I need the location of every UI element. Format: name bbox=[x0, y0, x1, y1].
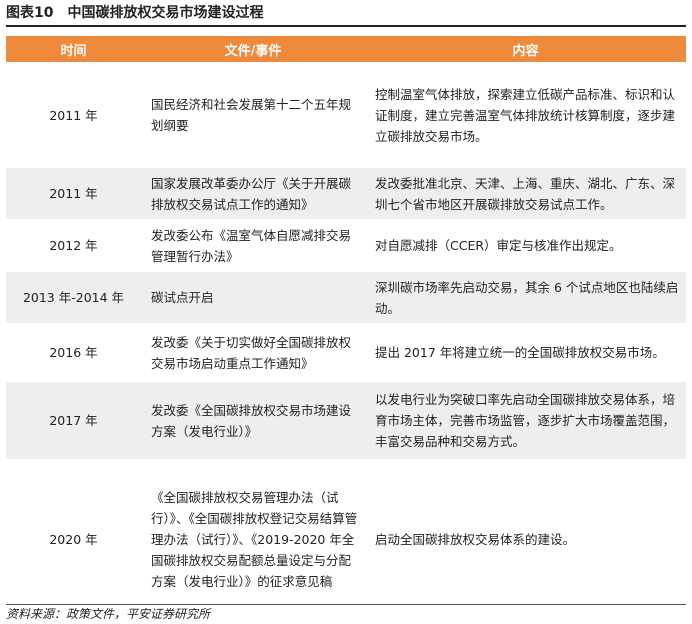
figure-title: 图表10 中国碳排放权交易市场建设过程 bbox=[6, 2, 686, 24]
cell-document: 发改委《全国碳排放权交易市场建设方案（发电行业）》 bbox=[141, 381, 365, 460]
cell-content: 提出 2017 年将建立统一的全国碳排放权交易市场。 bbox=[365, 323, 686, 382]
figure-number: 图表10 bbox=[6, 5, 54, 21]
cell-content: 启动全国碳排放权交易体系的建设。 bbox=[365, 459, 686, 620]
table-row: 2017 年 发改委《全国碳排放权交易市场建设方案（发电行业）》 以发电行业为突… bbox=[6, 381, 686, 460]
table-row: 2016 年 发改委《关于切实做好全国碳排放权交易市场启动重点工作通知》 提出 … bbox=[6, 323, 686, 382]
cell-time: 2016 年 bbox=[6, 323, 141, 382]
cell-time: 2011 年 bbox=[6, 167, 141, 220]
footer-divider bbox=[6, 604, 686, 605]
cell-time: 2013 年-2014 年 bbox=[6, 271, 141, 324]
cell-content: 对自愿减排（CCER）审定与核准作出规定。 bbox=[365, 219, 686, 272]
cell-document: 发改委《关于切实做好全国碳排放权交易市场启动重点工作通知》 bbox=[141, 323, 365, 382]
header-document: 文件/事件 bbox=[141, 36, 365, 63]
header-content: 内容 bbox=[365, 36, 686, 63]
timeline-table: 时间 文件/事件 内容 2011 年 国民经济和社会发展第十二个五年规划纲要 控… bbox=[6, 36, 686, 620]
cell-content: 发改委批准北京、天津、上海、重庆、湖北、广东、深圳七个省市地区开展碳排放交易试点… bbox=[365, 167, 686, 220]
table-row: 2011 年 国民经济和社会发展第十二个五年规划纲要 控制温室气体排放，探索建立… bbox=[6, 62, 686, 168]
cell-time: 2020 年 bbox=[6, 459, 141, 620]
cell-document: 碳试点开启 bbox=[141, 271, 365, 324]
cell-document: 国家发展改革委办公厅《关于开展碳排放权交易试点工作的通知》 bbox=[141, 167, 365, 220]
table-row: 2012 年 发改委公布《温室气体自愿减排交易管理暂行办法》 对自愿减排（CCE… bbox=[6, 219, 686, 272]
cell-document: 国民经济和社会发展第十二个五年规划纲要 bbox=[141, 62, 365, 168]
cell-content: 以发电行业为突破口率先启动全国碳排放交易体系，培育市场主体，完善市场监管，逐步扩… bbox=[365, 381, 686, 460]
table-header-row: 时间 文件/事件 内容 bbox=[6, 36, 686, 63]
cell-content: 深圳碳市场率先启动交易，其余 6 个试点地区也陆续启动。 bbox=[365, 271, 686, 324]
table-row: 2020 年 《全国碳排放权交易管理办法（试行）》、《全国碳排放权登记交易结算管… bbox=[6, 459, 686, 620]
cell-time: 2017 年 bbox=[6, 381, 141, 460]
figure-caption: 中国碳排放权交易市场建设过程 bbox=[67, 5, 264, 21]
table-row: 2011 年 国家发展改革委办公厅《关于开展碳排放权交易试点工作的通知》 发改委… bbox=[6, 167, 686, 220]
title-divider bbox=[6, 25, 686, 27]
cell-time: 2012 年 bbox=[6, 219, 141, 272]
header-time: 时间 bbox=[6, 36, 141, 63]
cell-content: 控制温室气体排放，探索建立低碳产品标准、标识和认证制度，建立完善温室气体排放统计… bbox=[365, 62, 686, 168]
source-note: 资料来源：政策文件，平安证券研究所 bbox=[6, 607, 211, 621]
cell-document: 《全国碳排放权交易管理办法（试行）》、《全国碳排放权登记交易结算管理办法（试行）… bbox=[141, 459, 365, 620]
table-row: 2013 年-2014 年 碳试点开启 深圳碳市场率先启动交易，其余 6 个试点… bbox=[6, 271, 686, 324]
cell-time: 2011 年 bbox=[6, 62, 141, 168]
cell-document: 发改委公布《温室气体自愿减排交易管理暂行办法》 bbox=[141, 219, 365, 272]
